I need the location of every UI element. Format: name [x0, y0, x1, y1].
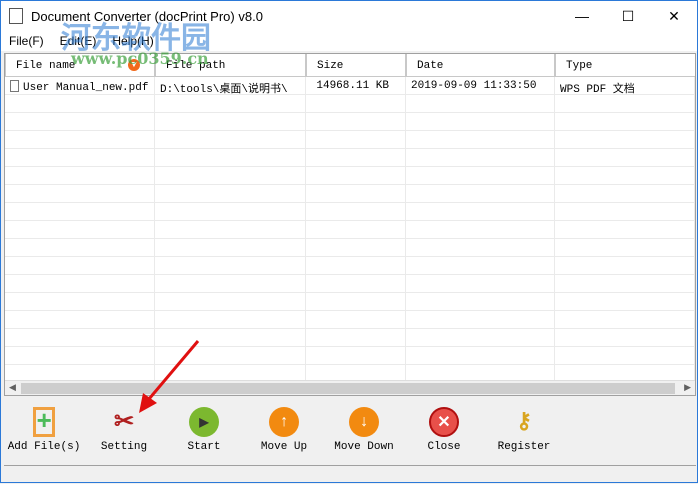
status-bar	[4, 465, 696, 481]
red-arrow-annotation	[139, 340, 200, 413]
